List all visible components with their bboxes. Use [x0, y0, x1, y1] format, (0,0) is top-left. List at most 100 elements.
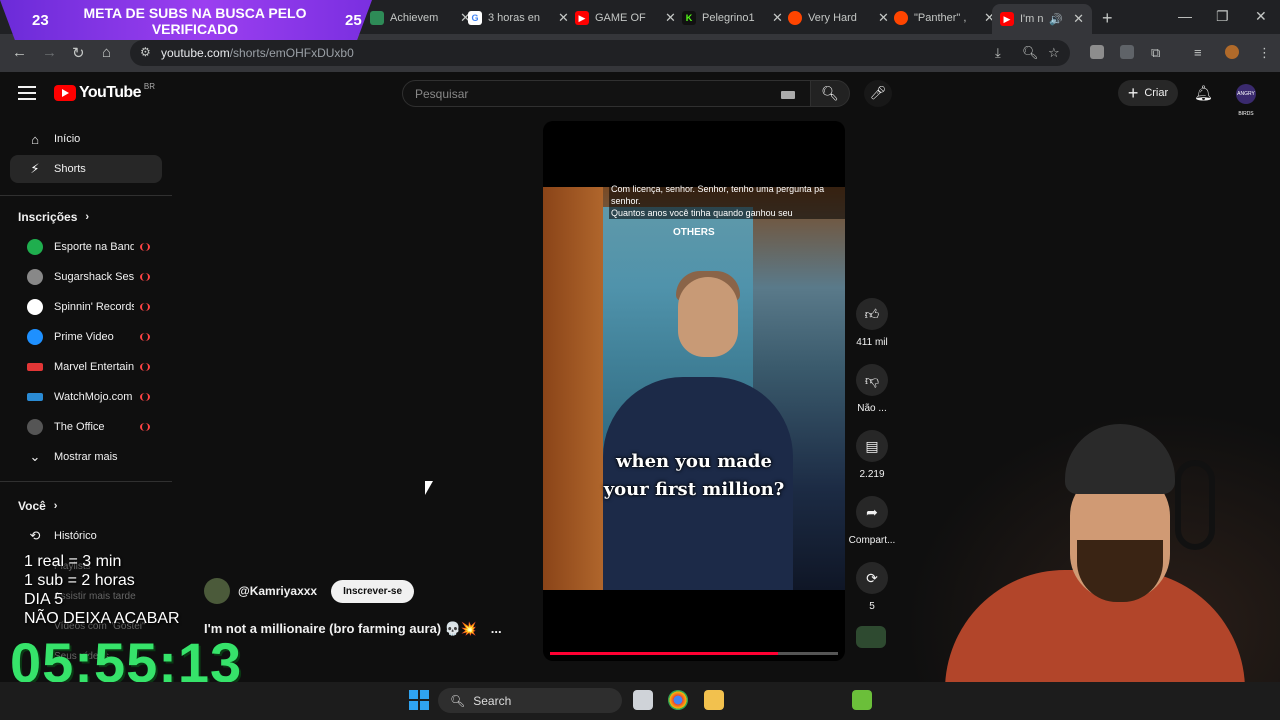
- reload-icon[interactable]: ↻: [72, 44, 85, 62]
- speaker-icon[interactable]: 🔊: [1049, 13, 1063, 26]
- plus-icon: +: [1127, 82, 1139, 103]
- sidebar-show-more[interactable]: ⌄ Mostrar mais: [10, 443, 162, 471]
- sidebar-item-history[interactable]: ⟲ Histórico: [10, 522, 162, 550]
- create-button[interactable]: + Criar: [1118, 80, 1178, 106]
- sidebar-item-subscription[interactable]: WatchMojo.com: [10, 383, 162, 411]
- channel-name: Esporte na Band: [54, 241, 134, 253]
- browser-tab[interactable]: "Panther" , ✕: [886, 6, 1003, 30]
- install-app-icon[interactable]: ⤓: [995, 45, 1001, 61]
- youtube-icon: ▶: [575, 11, 589, 25]
- zoom-icon[interactable]: 🔍︎: [1022, 45, 1039, 61]
- sound-thumbnail[interactable]: [856, 626, 886, 648]
- sidebar-item-label: Shorts: [54, 163, 86, 175]
- comment-count: 2.219: [859, 469, 885, 480]
- short-title-text: I'm not a millionaire (bro farming aura)…: [204, 621, 478, 636]
- close-icon[interactable]: ✕: [1073, 11, 1084, 27]
- title-more-button[interactable]: ...: [491, 621, 502, 636]
- task-view-icon[interactable]: [633, 690, 653, 710]
- rule-line: NÃO DEIXA ACABAR: [24, 610, 180, 627]
- rule-line: DIA 5: [24, 591, 64, 608]
- chrome-icon[interactable]: [668, 690, 688, 710]
- taskbar-search[interactable]: 🔍︎ Search: [438, 688, 622, 713]
- extensions-puzzle-icon[interactable]: ⧉: [1151, 45, 1160, 61]
- media-control-icon[interactable]: ≡: [1194, 45, 1202, 60]
- like-button[interactable]: 👍︎ 411 mil: [848, 298, 896, 348]
- keyboard-icon[interactable]: [781, 91, 795, 99]
- dislike-label: Não ...: [857, 403, 887, 414]
- browser-tab[interactable]: Very Hard ✕: [780, 6, 897, 30]
- subscribe-button[interactable]: Inscrever-se: [331, 579, 415, 603]
- comments-button[interactable]: ▤ 2.219: [848, 430, 896, 480]
- rule-line: 1 real = 3 min: [24, 553, 122, 570]
- thumbs-up-icon: 👍︎: [856, 298, 888, 330]
- voice-search-button[interactable]: 🎤︎: [864, 80, 892, 107]
- remix-button[interactable]: ⟳ 5: [848, 562, 896, 612]
- browser-tab[interactable]: ▶ GAME OF ✕: [567, 6, 684, 30]
- chevron-right-icon: ›: [85, 211, 90, 223]
- new-tab-button[interactable]: +: [1102, 8, 1113, 29]
- shorts-player[interactable]: Com licença, senhor. Senhor, tenho uma p…: [543, 121, 845, 661]
- sidebar-item-subscription[interactable]: Esporte na Band: [10, 233, 162, 261]
- channel-avatar-icon: [10, 269, 54, 285]
- taskbar-app-icon[interactable]: [852, 690, 872, 710]
- sidebar-item-home[interactable]: ⌂ Início: [10, 125, 162, 153]
- tab-label: Achievem: [390, 12, 439, 24]
- thumbs-down-icon: 👎︎: [856, 364, 888, 396]
- menu-icon[interactable]: [18, 86, 36, 104]
- youtube-play-icon: [54, 85, 76, 101]
- channel-avatar-icon: [10, 419, 54, 435]
- channel-avatar-icon: [10, 329, 54, 345]
- site-info-icon[interactable]: ⚙: [140, 45, 151, 59]
- profile-avatar[interactable]: [1225, 45, 1239, 59]
- youtube-logo[interactable]: YouTube BR: [54, 81, 155, 102]
- sidebar-item-subscription[interactable]: Spinnin' Records: [10, 293, 162, 321]
- forward-icon[interactable]: →: [42, 44, 57, 61]
- url-path: /shorts/emOHFxDUxb0: [229, 46, 354, 60]
- restore-icon[interactable]: ❐: [1216, 8, 1229, 25]
- shorts-icon: ⚡︎: [30, 161, 40, 176]
- close-window-icon[interactable]: ✕: [1255, 8, 1267, 25]
- sidebar-item-subscription[interactable]: Prime Video: [10, 323, 162, 351]
- tab-label: Pelegrino1: [702, 12, 755, 24]
- video-progress-bar[interactable]: [550, 652, 838, 655]
- search-button[interactable]: 🔍︎: [810, 80, 850, 107]
- short-title[interactable]: I'm not a millionaire (bro farming aura)…: [204, 621, 502, 637]
- address-bar[interactable]: ⚙ youtube.com/shorts/emOHFxDUxb0: [130, 40, 1070, 66]
- search-input[interactable]: Pesquisar: [402, 80, 812, 107]
- country-code: BR: [143, 81, 155, 91]
- sidebar-item-subscription[interactable]: Sugarshack Ses...: [10, 263, 162, 291]
- sidebar-item-subscription[interactable]: Marvel Entertain...: [10, 353, 162, 381]
- streamer-webcam: [905, 410, 1280, 720]
- share-icon: ➦: [856, 496, 888, 528]
- account-avatar[interactable]: ANGRY BIRDS: [1236, 84, 1256, 117]
- home-icon[interactable]: ⌂: [102, 44, 111, 61]
- share-button[interactable]: ➦ Compart...: [848, 496, 896, 546]
- sidebar-item-label: Início: [54, 133, 81, 145]
- browser-tab-active[interactable]: ▶ I'm no 🔊 ✕: [992, 4, 1092, 34]
- file-explorer-icon[interactable]: [704, 690, 724, 710]
- remix-icon: ⟳: [856, 562, 888, 594]
- subscriptions-heading[interactable]: Inscrições ›: [18, 210, 89, 224]
- url-host: youtube.com: [161, 46, 230, 60]
- back-icon[interactable]: ←: [12, 44, 27, 61]
- notifications-bell-icon[interactable]: 🔔︎: [1194, 84, 1213, 102]
- bookmark-star-icon[interactable]: ☆: [1048, 45, 1060, 61]
- more-menu-icon[interactable]: ⋮: [1258, 45, 1271, 61]
- you-heading[interactable]: Você ›: [18, 499, 57, 513]
- sidebar-item-shorts[interactable]: ⚡︎ Shorts: [10, 155, 162, 183]
- channel-avatar[interactable]: [204, 578, 230, 604]
- extension-icon[interactable]: [1120, 45, 1134, 59]
- reddit-icon: [788, 11, 802, 25]
- sidebar-item-subscription[interactable]: The Office: [10, 413, 162, 441]
- live-indicator-icon: [140, 363, 150, 371]
- channel-handle[interactable]: @Kamriyaxxx: [238, 584, 317, 598]
- browser-tab[interactable]: G 3 horas en ✕: [460, 6, 577, 30]
- caption-line: your first million?: [603, 479, 785, 500]
- extension-icon[interactable]: [1090, 45, 1104, 59]
- channel-avatar-icon: [10, 393, 54, 401]
- minimize-icon[interactable]: —: [1178, 8, 1192, 24]
- dislike-button[interactable]: 👎︎ Não ...: [848, 364, 896, 414]
- browser-tab[interactable]: K Pelegrino1 ✕: [674, 6, 791, 30]
- tab-label: 3 horas en: [488, 12, 540, 24]
- windows-start-icon[interactable]: [409, 690, 429, 710]
